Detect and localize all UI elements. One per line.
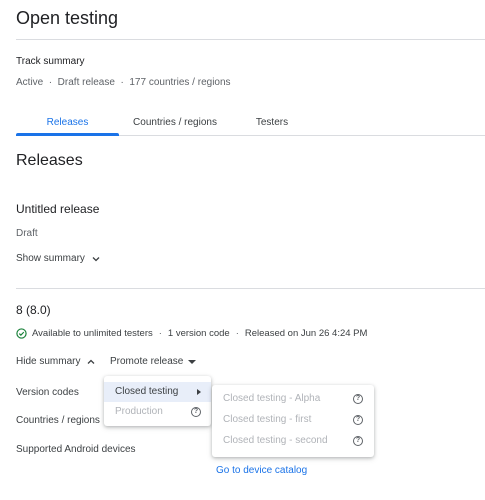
release-status-draft: Draft bbox=[16, 228, 38, 239]
hide-summary-button[interactable]: Hide summary bbox=[16, 356, 96, 367]
menu-item-label: Closed testing - second bbox=[223, 435, 328, 446]
dropdown-caret-icon bbox=[188, 359, 197, 364]
promote-release-label: Promote release bbox=[110, 356, 184, 367]
menu-item-label: Production bbox=[115, 406, 163, 417]
show-summary-button[interactable]: Show summary bbox=[16, 253, 101, 264]
promote-release-button[interactable]: Promote release bbox=[110, 356, 197, 367]
countries-regions-label: Countries / regions bbox=[16, 415, 100, 426]
availability-text: Available to unlimited testers bbox=[32, 328, 153, 339]
version-code-count: 1 version code bbox=[167, 328, 230, 339]
tab-testers[interactable]: Testers bbox=[231, 117, 313, 128]
chevron-right-icon bbox=[197, 389, 201, 395]
closed-testing-submenu: Closed testing - Alpha ? Closed testing … bbox=[212, 385, 374, 457]
menu-item-production: Production ? bbox=[104, 402, 211, 422]
chevron-up-icon bbox=[88, 359, 95, 364]
chevron-down-icon bbox=[92, 256, 100, 261]
tab-countries-regions[interactable]: Countries / regions bbox=[119, 117, 231, 128]
menu-item-label: Closed testing bbox=[115, 386, 179, 397]
tab-bar: Releases Countries / regions Testers bbox=[16, 110, 485, 136]
track-summary-line: Active · Draft release · 177 countries /… bbox=[16, 77, 231, 88]
submenu-item-second: Closed testing - second ? bbox=[212, 431, 374, 451]
submenu-item-first: Closed testing - first ? bbox=[212, 410, 374, 430]
device-catalog-link[interactable]: Go to device catalog bbox=[216, 465, 307, 476]
releases-heading: Releases bbox=[16, 152, 83, 169]
active-tab-indicator bbox=[16, 133, 119, 136]
release-date: Released on Jun 26 4:24 PM bbox=[244, 328, 368, 339]
supported-devices-label: Supported Android devices bbox=[16, 444, 136, 455]
section-divider bbox=[16, 288, 485, 289]
menu-item-closed-testing[interactable]: Closed testing bbox=[104, 382, 211, 402]
tab-releases[interactable]: Releases bbox=[16, 117, 119, 128]
promote-release-menu: Closed testing Production ? bbox=[104, 376, 211, 426]
untitled-release-title: Untitled release bbox=[16, 202, 100, 216]
help-icon[interactable]: ? bbox=[353, 394, 363, 404]
release-status-line: Available to unlimited testers · 1 versi… bbox=[16, 328, 367, 339]
title-divider bbox=[16, 39, 485, 40]
menu-item-label: Closed testing - Alpha bbox=[223, 393, 321, 404]
menu-item-label: Closed testing - first bbox=[223, 414, 312, 425]
check-circle-icon bbox=[16, 328, 27, 339]
track-summary-label: Track summary bbox=[16, 56, 85, 67]
help-icon[interactable]: ? bbox=[191, 407, 201, 417]
hide-summary-label: Hide summary bbox=[16, 356, 81, 367]
version-codes-label: Version codes bbox=[16, 387, 79, 398]
page-title: Open testing bbox=[16, 8, 119, 28]
help-icon[interactable]: ? bbox=[353, 415, 363, 425]
release-version-title: 8 (8.0) bbox=[16, 303, 51, 317]
help-icon[interactable]: ? bbox=[353, 436, 363, 446]
show-summary-label: Show summary bbox=[16, 253, 85, 264]
submenu-item-alpha: Closed testing - Alpha ? bbox=[212, 389, 374, 409]
